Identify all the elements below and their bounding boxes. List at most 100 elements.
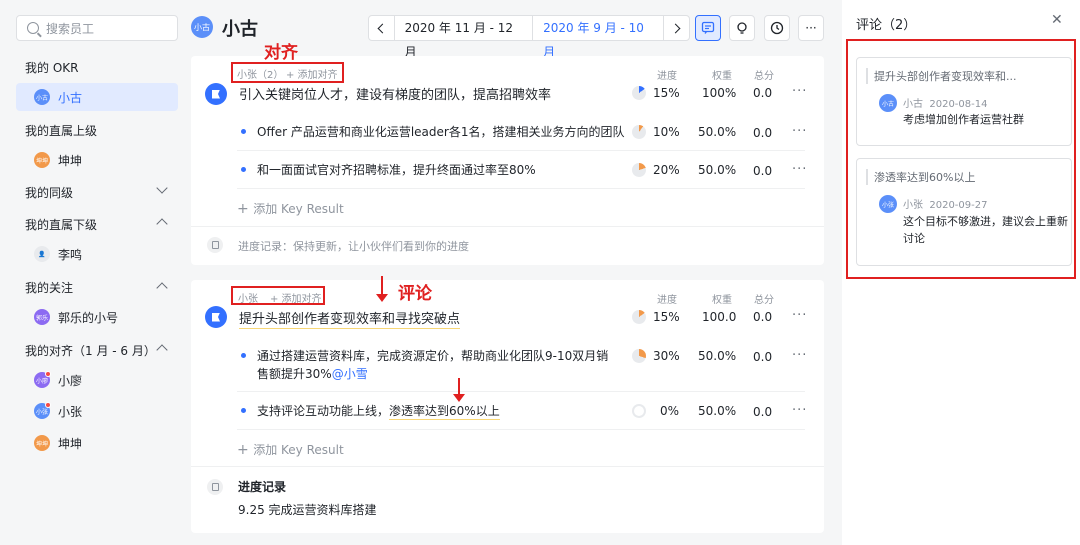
kr-text[interactable]: Offer 产品运营和商业化运营leader各1名，搭建相关业务方向的团队: [257, 123, 625, 141]
objective-title[interactable]: 引入关键岗位人才，建设有梯度的团队，提高招聘效率: [239, 84, 551, 103]
sidebar-item-label: 李鸣: [58, 247, 83, 262]
weight-value[interactable]: 50.0%: [698, 349, 736, 363]
progress-log-input[interactable]: 进度记录：保持更新，让小伙伴们看到你的进度: [238, 238, 469, 254]
comment-card[interactable]: 提升头部创作者变现效率和... 小古 小古 2020-08-14 考虑增加创作者…: [856, 57, 1072, 146]
weight-value[interactable]: 50.0%: [698, 163, 736, 177]
sidebar-item-me[interactable]: 小古 小古: [16, 83, 178, 111]
progress-header: 进度: [657, 295, 677, 306]
weight-value[interactable]: 50.0%: [698, 404, 736, 418]
score-value[interactable]: 0.0: [753, 164, 772, 178]
period-current[interactable]: 2020 年 9 月 - 10 月: [532, 16, 665, 59]
score-value[interactable]: 0.0: [753, 86, 772, 100]
more-icon[interactable]: ···: [792, 162, 807, 177]
prev-period-button[interactable]: [369, 16, 394, 40]
chevron-up-icon[interactable]: [156, 282, 168, 294]
mention-link[interactable]: @小雪: [332, 367, 368, 381]
chevron-left-icon: [377, 23, 388, 33]
progress-log-entry[interactable]: 9.25 完成运营资料库搭建: [238, 501, 377, 519]
sidebar-item-follow[interactable]: 郭乐 郭乐的小号: [16, 303, 178, 331]
progress-ring-icon: [632, 163, 646, 177]
page-title: 小古: [222, 19, 258, 40]
avatar: 坤坤: [34, 435, 50, 451]
subordinates-label[interactable]: 我的直属下级: [25, 216, 97, 233]
score-value[interactable]: 0.0: [753, 126, 772, 140]
search-placeholder: 搜索员工: [46, 21, 95, 36]
score-value[interactable]: 0.0: [753, 405, 772, 419]
sidebar-item-aligned[interactable]: 坤坤 坤坤: [16, 429, 178, 457]
progress-value[interactable]: 10%: [653, 125, 680, 139]
add-kr-button[interactable]: + 添加 Key Result: [237, 200, 344, 217]
weight-value[interactable]: 100%: [702, 86, 736, 100]
score-value[interactable]: 0.0: [753, 350, 772, 364]
kr-bullet: [241, 129, 246, 134]
progress-value[interactable]: 0%: [660, 404, 679, 418]
kr-text-line[interactable]: 售额提升30%@小雪: [257, 365, 368, 383]
kr-text[interactable]: 支持评论互动功能上线，渗透率达到60%以上: [257, 402, 500, 420]
follow-label[interactable]: 我的关注: [25, 279, 73, 296]
progress-value[interactable]: 15%: [653, 86, 680, 100]
avatar: 小张: [34, 402, 51, 419]
divider: [237, 429, 805, 430]
history-icon: [770, 21, 784, 35]
sidebar-item-aligned[interactable]: 小廖 小廖: [16, 366, 178, 394]
weight-header: 权重: [712, 295, 732, 306]
divider: [191, 466, 824, 467]
period-next[interactable]: 2020 年 11 月 - 12 月: [393, 16, 533, 59]
objective-card: 小张 + 添加对齐 进度 权重 总分 提升头部创作者变现效率和寻找突破点 15%…: [191, 280, 824, 533]
more-button[interactable]: ···: [798, 15, 824, 41]
history-button[interactable]: [764, 15, 790, 41]
sidebar: 搜索员工 我的 OKR 小古 小古 我的直属上级 坤坤 坤坤 我的同级 我的直属…: [0, 0, 188, 545]
close-icon[interactable]: ✕: [1051, 12, 1063, 28]
avatar: 小古: [879, 94, 897, 112]
sidebar-item-superior[interactable]: 坤坤 坤坤: [16, 146, 178, 174]
insight-button[interactable]: [729, 15, 755, 41]
period-switcher: 2020 年 11 月 - 12 月 2020 年 9 月 - 10 月: [368, 15, 690, 59]
annotation-comment-label: 评论: [398, 284, 432, 304]
more-icon[interactable]: ···: [792, 308, 807, 323]
avatar: 小廖: [34, 371, 51, 388]
notification-dot: [45, 402, 51, 408]
plus-icon: +: [237, 201, 254, 217]
sidebar-item-aligned[interactable]: 小张 小张: [16, 397, 178, 425]
progress-value[interactable]: 15%: [653, 310, 680, 324]
sidebar-item-label: 郭乐的小号: [58, 310, 119, 325]
score-value[interactable]: 0.0: [753, 310, 772, 324]
weight-value[interactable]: 100.0: [702, 310, 736, 324]
kr-text[interactable]: 和一面面试官对齐招聘标准，提升终面通过率至80%: [257, 161, 536, 179]
commented-text[interactable]: 渗透率达到60%以上: [389, 404, 500, 420]
annotation-arrow: [453, 378, 465, 402]
add-kr-button[interactable]: + 添加 Key Result: [237, 441, 344, 458]
peers-label[interactable]: 我的同级: [25, 184, 73, 201]
more-icon[interactable]: ···: [792, 124, 807, 139]
annotation-align-label: 对齐: [264, 43, 298, 63]
chevron-down-icon[interactable]: [156, 182, 168, 194]
progress-log-title: 进度记录: [238, 480, 287, 494]
divider: [191, 226, 824, 227]
chevron-up-icon[interactable]: [156, 218, 168, 230]
plus-icon: +: [237, 442, 254, 458]
objective-title[interactable]: 提升头部创作者变现效率和寻找突破点: [239, 308, 461, 329]
comment-quote[interactable]: 渗透率达到60%以上: [866, 169, 975, 185]
sidebar-item-label: 坤坤: [58, 436, 83, 451]
comment-card[interactable]: 渗透率达到60%以上 小张 小张 2020-09-27 这个目标不够激进，建议会…: [856, 158, 1072, 266]
progress-header: 进度: [657, 71, 677, 82]
kr-text-line[interactable]: 通过搭建运营资料库，完成资源定价，帮助商业化团队9-10双月销: [257, 347, 608, 365]
aligned-label[interactable]: 我的对齐（1 月 - 6 月）: [25, 342, 156, 359]
chevron-up-icon[interactable]: [156, 344, 168, 356]
comment-meta: 小张 2020-09-27: [903, 200, 988, 211]
more-icon[interactable]: ···: [792, 403, 807, 418]
next-period-button[interactable]: [664, 16, 689, 40]
avatar: 郭乐: [34, 309, 50, 325]
progress-value[interactable]: 20%: [653, 163, 680, 177]
comment-button[interactable]: [695, 15, 721, 41]
avatar: 小古: [34, 89, 50, 105]
comment-quote[interactable]: 提升头部创作者变现效率和...: [866, 68, 1017, 84]
my-okr-label[interactable]: 我的 OKR: [25, 59, 78, 76]
sidebar-item-subordinate[interactable]: 👤 李鸣: [16, 240, 178, 268]
weight-value[interactable]: 50.0%: [698, 125, 736, 139]
annotation-box: [231, 286, 325, 305]
search-input[interactable]: 搜索员工: [16, 15, 178, 41]
more-icon[interactable]: ···: [792, 348, 807, 363]
more-icon[interactable]: ···: [792, 84, 807, 99]
progress-value[interactable]: 30%: [653, 349, 680, 363]
